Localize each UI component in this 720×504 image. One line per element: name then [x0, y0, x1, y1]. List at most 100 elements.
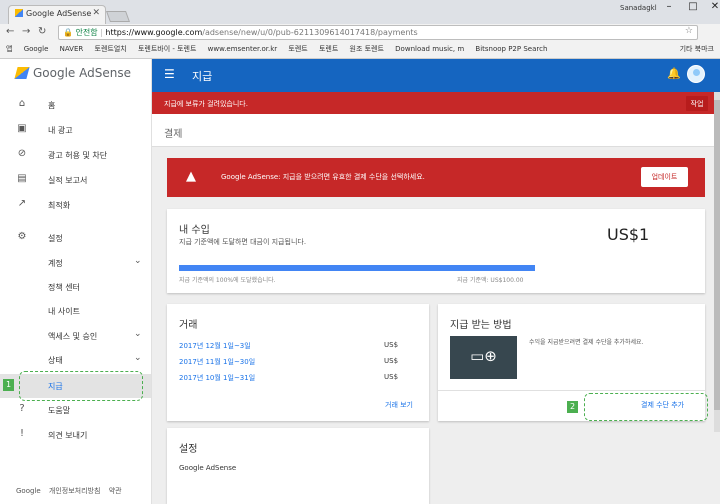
sidebar-item-label: 실적 보고서 [48, 176, 88, 185]
bookmark-item[interactable]: 토렌트바이 - 토렌트 [138, 45, 197, 53]
page-header: 결제 [152, 114, 720, 147]
new-tab-button[interactable] [105, 11, 131, 22]
bookmark-item[interactable]: 토렌트 [319, 45, 338, 53]
sidebar-item-label: 도움말 [48, 406, 71, 415]
earnings-card: 내 수입 지급 기준액에 도달하면 대금이 지급됩니다. US$1 지급 기준액… [167, 209, 705, 293]
warning-text: Google AdSense: 지급을 받으려면 유효한 결제 수단을 선택하세… [221, 173, 425, 181]
threshold-progress-bar [179, 265, 535, 271]
sidebar-item-policy[interactable]: 정책 센터 [0, 277, 151, 297]
warning-icon: ▲ [186, 169, 196, 184]
window-close-icon[interactable]: ✕ [702, 1, 720, 17]
block-icon: ⊘ [17, 148, 27, 159]
sidebar-item-sites[interactable]: 내 사이트 [0, 301, 151, 321]
sidebar-item-label: 정책 센터 [48, 283, 80, 292]
bookmarks-bar: 앱 Google NAVER 토렌트얼치 토렌트바이 - 토렌트 www.ems… [0, 41, 720, 58]
sidebar-item-label: 최적화 [48, 201, 71, 210]
alert-action-button[interactable]: 작업 [686, 96, 708, 111]
sidebar-item-feedback[interactable]: ! 의견 보내기 [0, 425, 151, 445]
sidebar-item-label: 홈 [48, 101, 56, 110]
profile-name[interactable]: Sanadagkl [620, 4, 657, 12]
sidebar-item-settings[interactable]: ⚙ 설정 [0, 228, 151, 248]
sidebar-footer: Google 개인정보처리방침 약관 [16, 486, 128, 496]
browser-tab[interactable]: Google AdSense ✕ [8, 5, 106, 24]
sidebar-item-label: 상태 [48, 356, 63, 365]
sidebar-item-optimization[interactable]: ↗ 최적화 [0, 195, 151, 215]
sidebar-item-home[interactable]: ⌂ 홈 [0, 95, 151, 115]
callout-highlight-add-payment [584, 393, 708, 421]
secure-label: 안전함 [75, 28, 98, 37]
sidebar-item-my-ads[interactable]: ▣ 내 광고 [0, 120, 151, 140]
transactions-card: 거래 2017년 12월 1일~3일 US$ 2017년 11월 1일~30일 … [167, 304, 429, 421]
sidebar-item-label: 설정 [48, 234, 63, 243]
bookmark-item[interactable]: NAVER [60, 45, 84, 53]
sidebar-item-label: 내 광고 [48, 126, 73, 135]
chevron-down-icon: ⌄ [134, 256, 142, 266]
transaction-date-link[interactable]: 2017년 11월 1일~30일 [179, 357, 255, 367]
sidebar-item-reports[interactable]: ▤ 실적 보고서 [0, 170, 151, 190]
scrollbar-thumb[interactable] [714, 100, 720, 410]
payment-method-title: 지급 받는 방법 [450, 320, 512, 331]
payment-method-description: 수익을 지급받으려면 결제 수단을 추가하세요. [529, 339, 644, 346]
bell-icon[interactable]: 🔔 [667, 67, 681, 80]
add-card-icon: ▭⊕ [450, 336, 517, 379]
bookmark-item[interactable]: 토렌트 [288, 45, 307, 53]
sidebar-item-status[interactable]: 상태 ⌄ [0, 350, 151, 370]
url-host: https://www.google.com [105, 28, 203, 37]
divider [438, 390, 705, 391]
menu-icon[interactable]: ☰ [164, 67, 175, 81]
footer-link[interactable]: Google [16, 487, 41, 495]
earnings-subtitle: 지급 기준액에 도달하면 대금이 지급됩니다. [179, 238, 307, 246]
hold-alert-text: 지급에 보류가 걸려있습니다. [164, 100, 248, 108]
feedback-icon: ! [19, 428, 24, 439]
bookmark-item[interactable]: 앱 [6, 45, 12, 53]
scrollbar[interactable] [714, 92, 720, 432]
sidebar-item-label: 광고 허용 및 차단 [48, 151, 108, 160]
sidebar-item-label: 계정 [48, 259, 63, 268]
bookmark-item[interactable]: Bitsnoop P2P Search [475, 45, 547, 53]
url-input[interactable]: 🔒 안전함 | https://www.google.com/adsense/n… [58, 25, 698, 40]
adsense-favicon-icon [15, 9, 23, 17]
forward-icon[interactable]: → [22, 26, 30, 37]
lock-icon: 🔒 [63, 28, 73, 37]
close-tab-icon[interactable]: ✕ [92, 8, 100, 18]
back-icon[interactable]: ← [6, 26, 14, 37]
bookmark-item[interactable]: Download music, m [395, 45, 464, 53]
bookmark-item[interactable]: www.emsenter.or.kr [208, 45, 277, 53]
footer-link[interactable]: 약관 [109, 487, 122, 495]
transaction-value: US$ [384, 341, 399, 349]
transaction-value: US$ [384, 373, 399, 381]
bookmark-item[interactable]: 원조 토렌트 [350, 45, 384, 53]
bookmark-item[interactable]: Google [24, 45, 49, 53]
sidebar-item-help[interactable]: ? 도움말 [0, 400, 151, 420]
sidebar-item-access[interactable]: 액세스 및 승인 ⌄ [0, 326, 151, 346]
sidebar-item-label: 액세스 및 승인 [48, 332, 98, 341]
sidebar: Google AdSense ⌂ 홈 ▣ 내 광고 ⊘ 광고 허용 및 차단 ▤… [0, 59, 152, 504]
avatar[interactable] [687, 65, 705, 83]
transaction-date-link[interactable]: 2017년 12월 1일~3일 [179, 341, 251, 351]
transaction-row: 2017년 12월 1일~3일 US$ [179, 341, 419, 353]
sidebar-item-allow-block[interactable]: ⊘ 광고 허용 및 차단 [0, 145, 151, 165]
adsense-logo[interactable]: Google AdSense [14, 66, 131, 80]
hold-alert-bar: 지급에 보류가 걸려있습니다. 작업 [152, 92, 720, 114]
update-button[interactable]: 업데이트 [641, 167, 688, 187]
transaction-row: 2017년 11월 1일~30일 US$ [179, 357, 419, 369]
view-transactions-link[interactable]: 거래 보기 [385, 400, 413, 410]
help-icon: ? [19, 403, 25, 414]
bookmark-star-icon[interactable]: ☆ [685, 26, 693, 36]
section-title: 결제 [164, 129, 183, 140]
chevron-down-icon: ⌄ [134, 329, 142, 339]
footer-link[interactable]: 개인정보처리방침 [49, 487, 101, 495]
other-bookmarks[interactable]: 기타 북마크 [680, 44, 714, 54]
tab-strip: Google AdSense ✕ Sanadagkl – □ ✕ [0, 0, 720, 24]
sidebar-item-label: 내 사이트 [48, 307, 80, 316]
bookmark-item[interactable]: 토렌트얼치 [95, 45, 127, 53]
ads-icon: ▣ [17, 123, 27, 134]
reload-icon[interactable]: ↻ [38, 26, 46, 37]
settings-card: 설정 Google AdSense [167, 428, 429, 504]
callout-number: 1 [3, 379, 14, 391]
app-bar: ☰ 지급 🔔 [152, 59, 720, 92]
sidebar-item-account[interactable]: 계정 ⌄ [0, 253, 151, 273]
gear-icon: ⚙ [17, 231, 27, 242]
minimize-icon[interactable]: – [656, 1, 682, 17]
transaction-date-link[interactable]: 2017년 10월 1일~31일 [179, 373, 255, 383]
